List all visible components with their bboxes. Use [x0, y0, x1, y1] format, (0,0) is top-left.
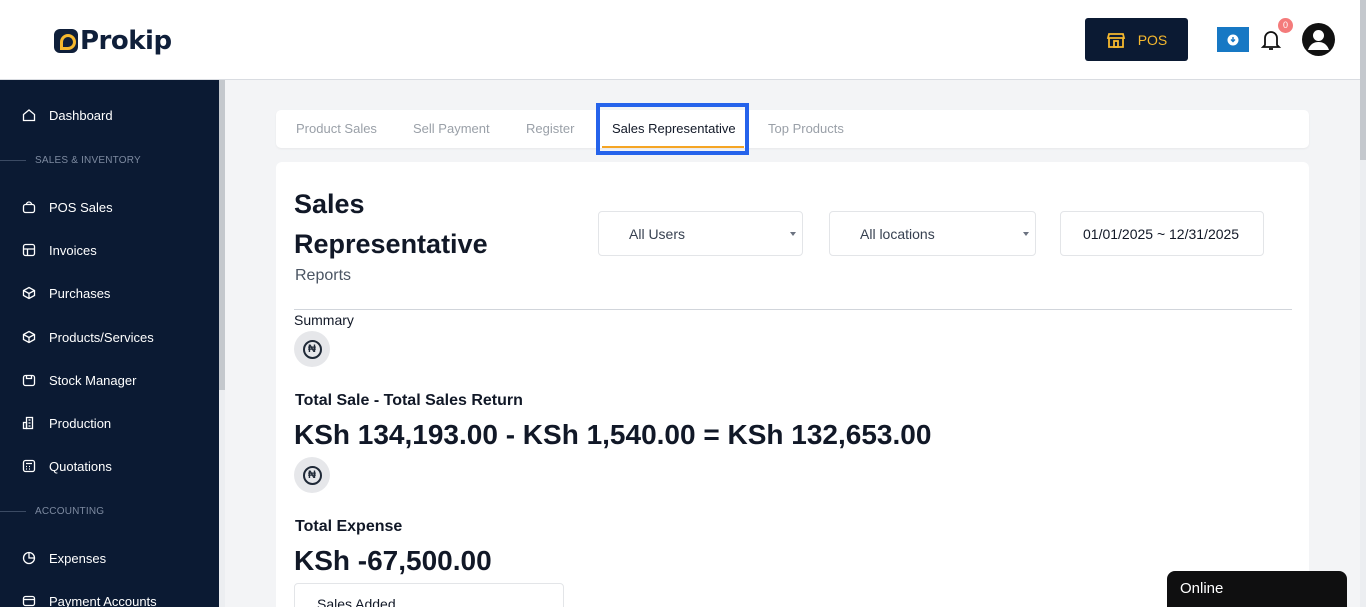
currency-button[interactable]: ₦	[294, 331, 330, 367]
notifications-button[interactable]	[1260, 28, 1282, 57]
tab-sales-representative[interactable]: Sales Representative	[602, 110, 744, 148]
sidebar-item-label: Production	[49, 415, 112, 431]
naira-icon: ₦	[302, 465, 322, 485]
folder-icon	[22, 374, 36, 387]
users-select-value: All Users	[629, 226, 686, 242]
home-icon	[22, 109, 36, 122]
sidebar-item-dashboard[interactable]: Dashboard	[0, 101, 219, 129]
wallet-icon	[22, 595, 36, 607]
sidebar-item-quotations[interactable]: Quotations	[0, 452, 219, 480]
sidebar-item-label: Invoices	[49, 242, 97, 258]
sales-added-card: Sales Added	[294, 583, 564, 607]
sales-added-label: Sales Added	[317, 596, 396, 607]
sidebar-item-label: Dashboard	[49, 107, 113, 123]
logo-mark-icon	[54, 29, 78, 53]
sidebar-item-label: POS Sales	[49, 199, 113, 215]
box-icon	[22, 286, 36, 300]
divider	[294, 309, 1292, 310]
store-icon	[22, 243, 36, 257]
sidebar-item-purchases[interactable]: Purchases	[0, 279, 219, 307]
locations-select-value: All locations	[860, 226, 935, 242]
tab-sell-payment[interactable]: Sell Payment	[413, 110, 490, 148]
date-range-input[interactable]: 01/01/2025 ~ 12/31/2025	[1060, 211, 1264, 256]
page-subtitle: Reports	[295, 267, 352, 284]
currency-button[interactable]: ₦	[294, 457, 330, 493]
sidebar-item-expenses[interactable]: Expenses	[0, 544, 219, 572]
sidebar-item-pos-sales[interactable]: POS Sales	[0, 193, 219, 221]
users-select[interactable]: All Users	[598, 211, 803, 256]
sidebar-item-label: Purchases	[49, 285, 111, 301]
user-icon	[1308, 30, 1329, 50]
sidebar-item-stock-manager[interactable]: Stock Manager	[0, 366, 219, 394]
sidebar-item-invoices[interactable]: Invoices	[0, 236, 219, 264]
sidebar-item-production[interactable]: Production	[0, 409, 219, 437]
summary-label: Summary	[294, 312, 354, 328]
sidebar-item-products-services[interactable]: Products/Services	[0, 323, 219, 351]
chat-status: Online	[1180, 580, 1224, 597]
total-sale-value: KSh 134,193.00 - KSh 1,540.00 = KSh 132,…	[294, 419, 932, 450]
pos-button[interactable]: POS	[1085, 18, 1188, 61]
chat-widget[interactable]: Online	[1167, 571, 1347, 607]
sidebar-scrollbar-thumb[interactable]	[219, 80, 225, 390]
download-button[interactable]	[1217, 27, 1249, 52]
pos-label: POS	[1137, 31, 1168, 48]
bell-icon	[1260, 31, 1282, 50]
sidebar-item-label: Expenses	[49, 550, 107, 566]
notification-badge: 0	[1278, 18, 1293, 33]
caret-down-icon	[1023, 232, 1029, 236]
sidebar-section-sales-inventory: SALES & INVENTORY	[0, 155, 219, 166]
top-header: Prokip POS 0	[0, 0, 1360, 80]
tab-top-products[interactable]: Top Products	[768, 110, 844, 148]
user-avatar[interactable]	[1302, 23, 1335, 56]
sidebar-item-label: Products/Services	[49, 329, 154, 345]
building-icon	[22, 416, 34, 430]
total-sale-label: Total Sale - Total Sales Return	[295, 392, 523, 409]
tab-product-sales[interactable]: Product Sales	[296, 110, 377, 148]
prokip-logo[interactable]: Prokip	[54, 26, 172, 56]
logo-text: Prokip	[80, 26, 172, 56]
sidebar-item-label: Payment Accounts	[49, 593, 157, 607]
section-label: ACCOUNTING	[35, 506, 105, 517]
sidebar-item-label: Quotations	[49, 458, 112, 474]
section-label: SALES & INVENTORY	[35, 155, 141, 166]
pie-chart-icon	[22, 551, 36, 565]
caret-down-icon	[790, 232, 796, 236]
sidebar-section-accounting: ACCOUNTING	[0, 506, 219, 517]
cube-icon	[22, 330, 36, 344]
naira-icon: ₦	[302, 339, 322, 359]
total-expense-value: KSh -67,500.00	[294, 545, 492, 576]
total-expense-label: Total Expense	[295, 518, 403, 535]
tab-register[interactable]: Register	[526, 110, 574, 148]
calculator-icon	[22, 459, 36, 473]
page-title: Sales Representative	[294, 189, 488, 259]
locations-select[interactable]: All locations	[829, 211, 1036, 256]
store-icon	[1106, 32, 1125, 48]
download-icon	[1227, 34, 1239, 45]
report-tabs: Product Sales Sell Payment Register Sale…	[276, 110, 1309, 148]
page-scrollbar-thumb[interactable]	[1360, 0, 1366, 160]
sidebar-item-payment-accounts[interactable]: Payment Accounts	[0, 587, 219, 607]
bag-icon	[22, 201, 36, 214]
sidebar-item-label: Stock Manager	[49, 372, 137, 388]
